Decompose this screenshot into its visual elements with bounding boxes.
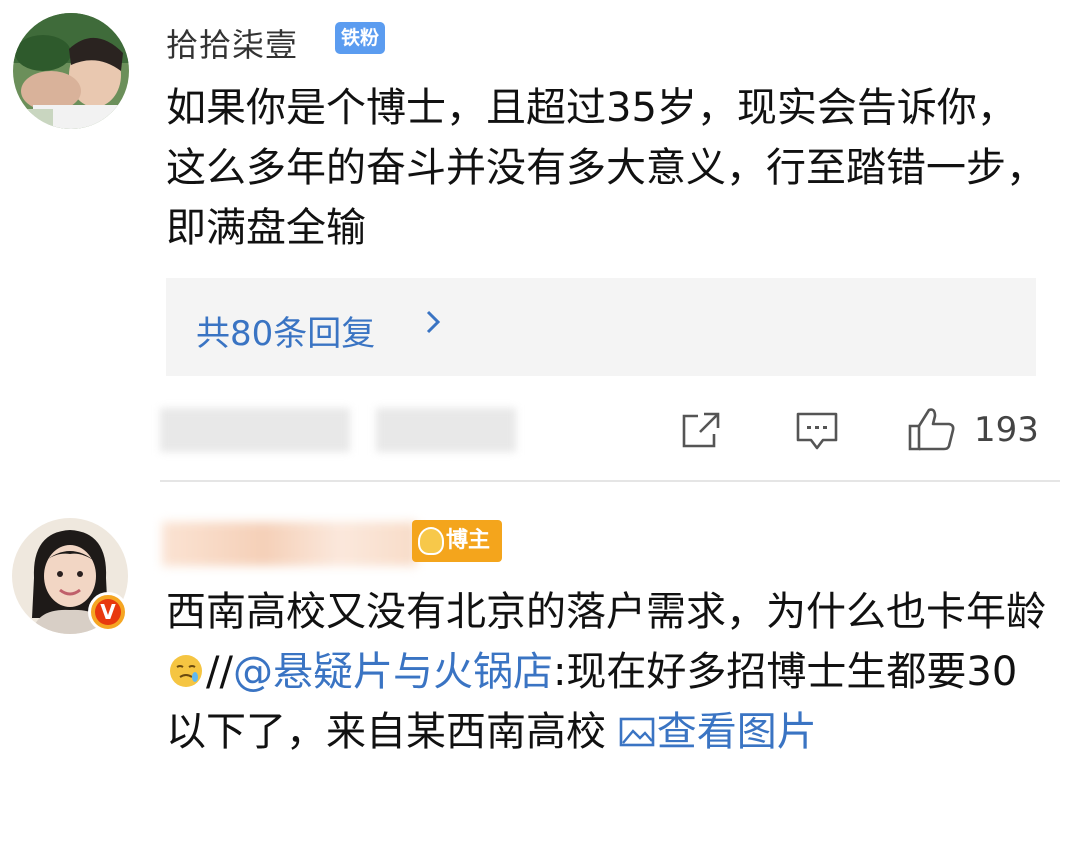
replies-link[interactable]: 共80条回复 <box>196 306 375 355</box>
view-picture-link[interactable]: 查看图片 <box>619 709 817 755</box>
redacted-username[interactable] <box>162 522 417 566</box>
crest-icon <box>418 527 444 555</box>
redacted-timestamp <box>160 408 350 452</box>
avatar[interactable] <box>13 13 129 129</box>
share-icon[interactable] <box>680 410 722 450</box>
comment-text: 如果你是个博士，且超过35岁，现实会告诉你，这么多年的奋斗并没有多大意义，行至踏… <box>166 85 1046 251</box>
comment-text: 西南高校又没有北京的落户需求，为什么也卡年龄 //@悬疑片与火锅店:现在好多招博… <box>166 582 1046 762</box>
blogger-badge-label: 博主 <box>446 528 491 553</box>
comment-text-main: 西南高校又没有北京的落户需求，为什么也卡年龄 <box>166 589 1046 635</box>
blogger-badge: 博主 <box>412 520 503 562</box>
redacted-location <box>376 408 516 452</box>
emoji-icon <box>170 655 202 687</box>
view-picture-label[interactable]: 查看图片 <box>657 709 817 755</box>
repost-slashes: // <box>206 649 233 695</box>
verified-v-icon: V <box>88 592 128 632</box>
replies-box[interactable]: 共80条回复 <box>166 278 1036 376</box>
divider <box>160 480 1060 482</box>
username[interactable]: 拾拾柒壹 <box>166 20 298 66</box>
chevron-right-icon <box>424 304 444 349</box>
like-count: 193 <box>974 410 1039 450</box>
image-icon <box>619 717 655 747</box>
fan-badge: 铁粉 <box>335 22 386 54</box>
like-icon[interactable] <box>907 406 957 452</box>
mention-link[interactable]: @悬疑片与火锅店 <box>233 649 553 695</box>
comment-icon[interactable] <box>795 410 839 452</box>
